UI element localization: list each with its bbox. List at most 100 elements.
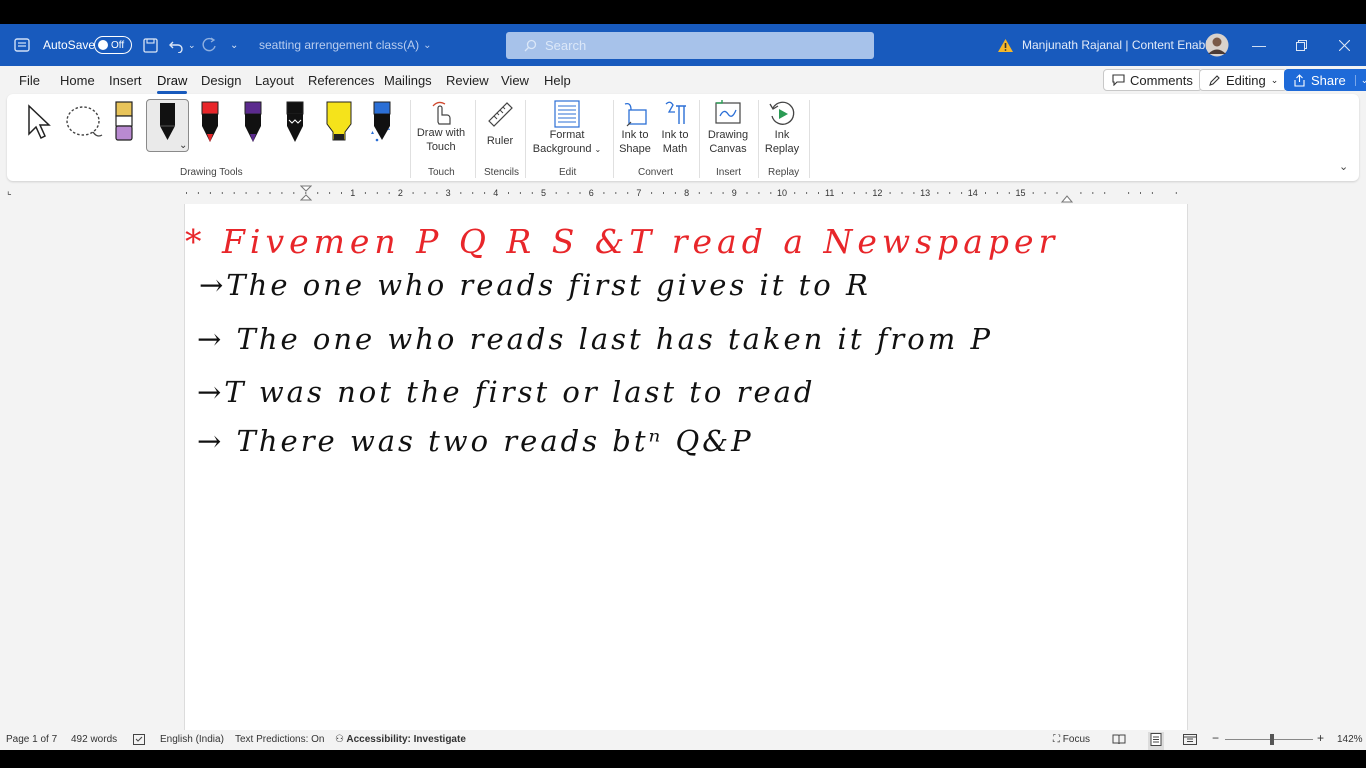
ruler-tick: [317, 192, 319, 194]
zoom-slider[interactable]: [1225, 734, 1313, 745]
ink-to-shape-button[interactable]: Ink to Shape: [616, 100, 654, 156]
save-icon[interactable]: [143, 24, 158, 66]
drawing-canvas-button[interactable]: Drawing Canvas: [704, 100, 752, 156]
tab-home[interactable]: Home: [60, 73, 95, 88]
word-window: AutoSave Off ⌄ ⌄ seatting arrengement cl…: [0, 24, 1366, 750]
black-pencil-icon[interactable]: [284, 100, 306, 151]
zoom-level[interactable]: 142%: [1337, 734, 1363, 745]
group-edit: Edit: [559, 167, 577, 178]
comments-button[interactable]: Comments: [1103, 69, 1202, 91]
close-button[interactable]: [1323, 24, 1365, 66]
purple-pen-icon[interactable]: [242, 100, 264, 151]
galaxy-pen-icon[interactable]: [368, 100, 394, 151]
ink-line-2[interactable]: → The one who reads last has taken it fr…: [197, 322, 993, 356]
ruler-tick: [245, 192, 247, 194]
focus-button[interactable]: ⛶ Focus: [1053, 734, 1090, 745]
avatar[interactable]: [1205, 24, 1229, 66]
undo-dropdown-icon[interactable]: ⌄: [188, 24, 196, 66]
warning-icon[interactable]: [997, 24, 1014, 66]
horizontal-ruler[interactable]: ⌞ 1 2 3 4 5 6 7 8 9 10 11 12 13 14 15: [0, 184, 1366, 203]
word-count[interactable]: 492 words: [71, 734, 117, 745]
ruler-tick: [341, 192, 342, 194]
ink-line-1[interactable]: →The one who reads first gives it to R: [199, 268, 871, 302]
chevron-down-icon: ⌄: [423, 39, 432, 51]
format-background-label: Format: [549, 129, 585, 141]
eraser-icon[interactable]: [114, 100, 134, 149]
search-input[interactable]: Search: [506, 32, 874, 59]
ruler-tick: [865, 192, 867, 194]
page-count[interactable]: Page 1 of 7: [6, 734, 57, 745]
ruler-tick: [663, 192, 664, 194]
ink-line-4[interactable]: → There was two reads btⁿ Q&P: [197, 424, 754, 458]
share-button[interactable]: Share ⌄: [1284, 69, 1366, 91]
ink-to-math-label: Ink to: [661, 129, 689, 141]
language[interactable]: English (India): [160, 734, 224, 745]
format-background-label-2: Background ⌄: [532, 143, 602, 155]
title-bar: AutoSave Off ⌄ ⌄ seatting arrengement cl…: [0, 24, 1366, 66]
ruler-tick: [269, 192, 271, 194]
ruler-label: Ruler: [486, 135, 514, 147]
comments-label: Comments: [1130, 72, 1193, 88]
tab-file[interactable]: File: [19, 73, 40, 88]
accessibility-status[interactable]: ⚇ Accessibility: Investigate: [335, 734, 466, 745]
ink-line-3[interactable]: →T was not the first or last to read: [197, 375, 816, 409]
tab-draw[interactable]: Draw: [157, 73, 188, 94]
web-layout-icon[interactable]: [1183, 734, 1197, 748]
ink-replay-button[interactable]: Ink Replay: [762, 100, 802, 156]
draw-with-touch-button[interactable]: Draw with Touch: [412, 100, 470, 154]
zoom-slider-thumb[interactable]: [1270, 734, 1274, 745]
zoom-in-button[interactable]: +: [1317, 731, 1324, 745]
group-convert: Convert: [638, 167, 674, 178]
ruler-number: 13: [920, 188, 930, 198]
tab-layout[interactable]: Layout: [255, 73, 294, 88]
document-page[interactable]: * Fivemen P Q R S &T read a Newspaper →T…: [184, 204, 1188, 744]
tab-mailings[interactable]: Mailings: [384, 73, 432, 88]
indent-marker-icon[interactable]: [299, 185, 313, 206]
text-predictions[interactable]: Text Predictions: On: [235, 734, 324, 745]
ruler-button[interactable]: Ruler: [477, 100, 523, 148]
yellow-highlighter-icon[interactable]: [325, 100, 353, 151]
user-name[interactable]: Manjunath Rajanal | Content Enablers: [1022, 24, 1225, 66]
customize-qat-icon[interactable]: ⌄: [230, 24, 238, 66]
ruler-number: 12: [872, 188, 882, 198]
ink-replay-label-2: Replay: [764, 143, 800, 155]
format-background-button[interactable]: Format Background ⌄: [528, 100, 606, 157]
tab-review[interactable]: Review: [446, 73, 489, 88]
ruler-tick: [818, 192, 819, 194]
minimize-button[interactable]: —: [1238, 24, 1280, 66]
ink-to-math-button[interactable]: Ink to Math: [657, 100, 693, 156]
ribbon-separator: [758, 100, 759, 178]
ruler-tick: [293, 192, 295, 194]
tab-references[interactable]: References: [308, 73, 374, 88]
collapse-ribbon-icon[interactable]: ⌄: [1339, 160, 1348, 173]
share-dropdown-icon[interactable]: ⌄: [1354, 74, 1366, 86]
group-replay: Replay: [768, 167, 800, 178]
ruler-tick: [472, 192, 474, 194]
select-objects-icon[interactable]: [25, 104, 53, 145]
red-pen-icon[interactable]: [199, 100, 221, 151]
proofing-icon[interactable]: [133, 734, 145, 748]
tab-view[interactable]: View: [501, 73, 529, 88]
tab-design[interactable]: Design: [201, 73, 241, 88]
tab-insert[interactable]: Insert: [109, 73, 142, 88]
replay-icon: [769, 101, 795, 125]
ruler-tick: [651, 192, 653, 194]
pencil-icon: [1209, 74, 1220, 86]
undo-icon[interactable]: [168, 24, 184, 66]
editing-mode-button[interactable]: Editing ⌄: [1199, 69, 1288, 91]
document-title[interactable]: seatting arrengement class(A) ⌄: [259, 24, 431, 66]
screen-frame: AutoSave Off ⌄ ⌄ seatting arrengement cl…: [0, 0, 1366, 768]
autosave-toggle[interactable]: Off: [94, 24, 132, 66]
read-mode-icon[interactable]: [1112, 734, 1126, 748]
ruler-number: 15: [1015, 188, 1025, 198]
ruler-tick: [937, 192, 939, 194]
black-pen-selected[interactable]: ⌄: [146, 99, 189, 152]
ink-heading[interactable]: * Fivemen P Q R S &T read a Newspaper: [185, 222, 1059, 261]
redo-icon[interactable]: [201, 24, 217, 66]
lasso-select-icon[interactable]: [63, 104, 103, 145]
print-layout-icon[interactable]: [1148, 732, 1164, 750]
tab-help[interactable]: Help: [544, 73, 571, 88]
zoom-out-button[interactable]: −: [1212, 731, 1219, 745]
group-stencils: Stencils: [484, 167, 520, 178]
restore-button[interactable]: [1280, 24, 1322, 66]
